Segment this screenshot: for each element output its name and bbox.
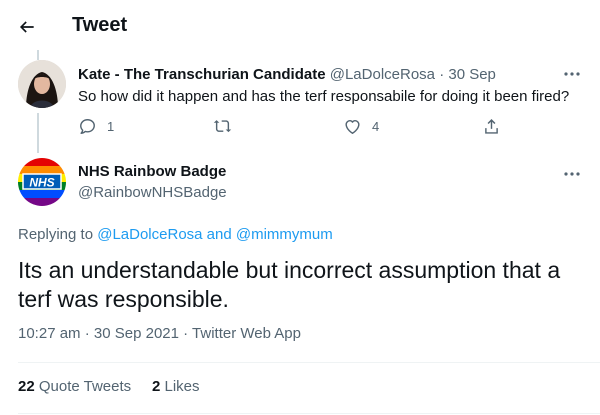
likes-label: Likes [164,378,200,395]
parent-author-handle[interactable]: @LaDolceRosa [330,66,435,83]
like-count: 4 [372,119,380,134]
quote-tweets-label: Quote Tweets [38,378,132,395]
replying-prefix: Replying to [18,226,94,243]
reply-icon [80,119,95,134]
retweet-button[interactable] [213,117,232,136]
parent-author-line: Kate - The Transchurian Candidate @LaDol… [78,66,496,83]
like-button[interactable]: 4 [343,117,379,136]
reply-and[interactable]: and [207,226,232,243]
back-button[interactable] [12,12,42,42]
page-title: Tweet [72,14,128,36]
tweet-meta: 10:27 am · 30 Sep 2021 · Twitter Web App [18,325,301,342]
heart-icon [345,120,360,134]
more-button[interactable] [562,166,582,182]
quote-tweets-stat[interactable]: 22 Quote Tweets [18,378,135,395]
separator: · [84,325,90,342]
more-button[interactable] [562,66,582,82]
share-icon [485,119,498,134]
more-icon [564,72,580,76]
tweet-source[interactable]: Twitter Web App [192,325,301,342]
tweet-text: Its an understandable but incorrect assu… [18,257,561,312]
reply-mention-2[interactable]: @mimmymum [236,226,333,243]
tweet-date[interactable]: 30 Sep 2021 [94,325,179,342]
retweet-icon [213,120,232,133]
likes-count: 2 [151,378,161,395]
quote-tweets-count: 22 [18,378,35,395]
divider [18,362,600,363]
author-name[interactable]: NHS Rainbow Badge [78,163,226,180]
avatar[interactable]: NHS [18,158,66,206]
likes-stat[interactable]: 2 Likes [152,378,200,395]
thread-line [37,113,39,153]
nhs-logo-text: NHS [29,176,54,190]
thread-line-top [37,50,39,60]
profile-photo [18,60,66,108]
avatar[interactable] [18,60,66,108]
reply-count: 1 [107,119,115,134]
arrow-left-icon [19,21,34,33]
parent-date[interactable]: 30 Sep [448,66,496,83]
author-handle[interactable]: @RainbowNHSBadge [78,184,227,201]
rainbow-nhs-logo: NHS [18,158,66,206]
parent-tweet-text: So how did it happen and has the terf re… [78,88,570,105]
share-button[interactable] [482,117,501,136]
divider [18,413,600,414]
more-icon [564,172,580,176]
reply-mention-1[interactable]: @LaDolceRosa [97,226,202,243]
replying-to: Replying to @LaDolceRosa and @mimmymum [18,226,333,243]
parent-author-name[interactable]: Kate - The Transchurian Candidate [78,66,326,83]
separator: · [439,66,445,83]
separator: · [183,325,189,342]
reply-button[interactable]: 1 [78,117,114,136]
tweet-time[interactable]: 10:27 am [18,325,81,342]
tweet-stats: 22 Quote Tweets 2 Likes [18,378,200,395]
